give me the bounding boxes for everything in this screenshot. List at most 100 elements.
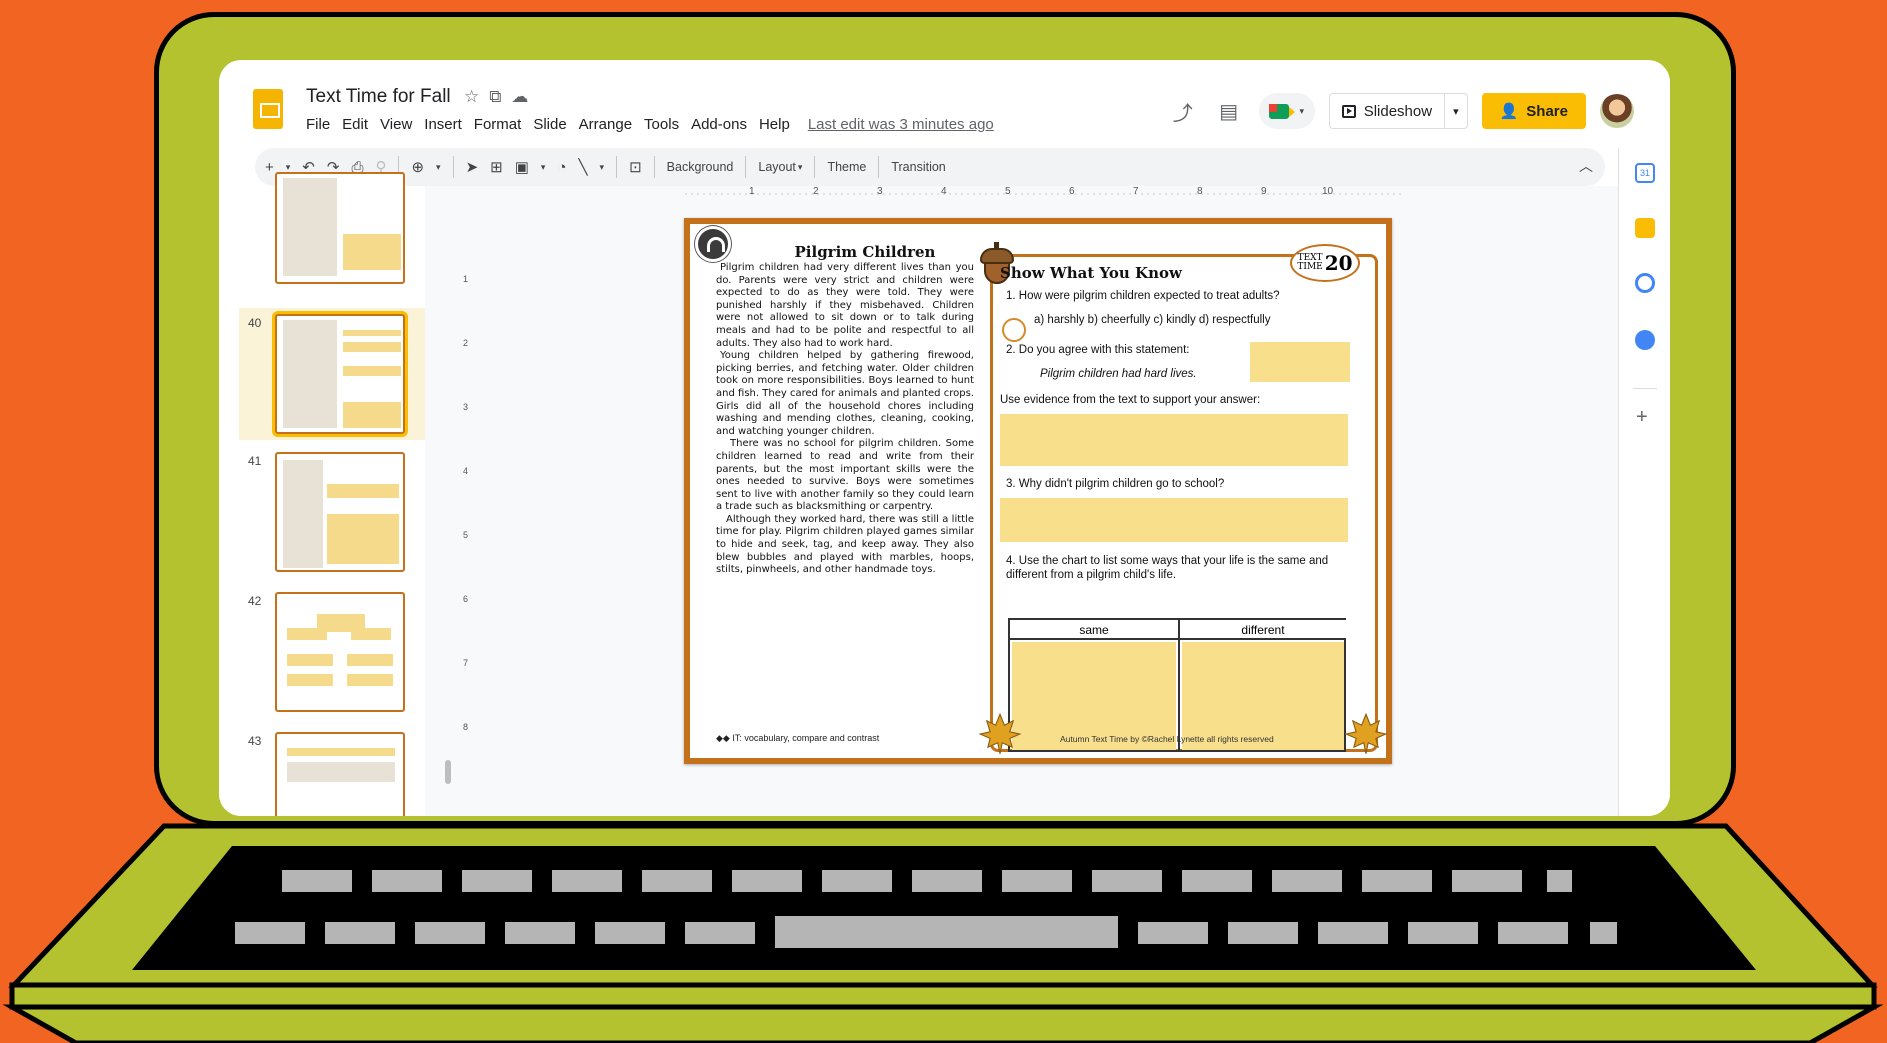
line-icon[interactable]: ╲	[579, 158, 588, 176]
share-button[interactable]: 👤 Share	[1481, 93, 1586, 129]
meet-button[interactable]: ▾	[1258, 93, 1315, 129]
menu-addons[interactable]: Add-ons	[691, 116, 747, 133]
question-1: 1. How were pilgrim children expected to…	[1006, 290, 1280, 302]
slide-page[interactable]: Pilgrim Children Pilgrim children had ve…	[684, 218, 1392, 764]
answer-circle[interactable]	[1002, 318, 1026, 342]
collapse-toolbar-icon[interactable]: ︿	[1579, 156, 1593, 176]
badge-time: TIME	[1297, 262, 1323, 272]
ruler-tick: 2	[813, 186, 819, 197]
slideshow-label: Slideshow	[1363, 102, 1433, 120]
add-comment-icon[interactable]: ⊡	[629, 158, 642, 176]
badge-number: 20	[1324, 250, 1353, 275]
share-label: Share	[1526, 102, 1568, 120]
new-slide-dropdown-icon[interactable]: ▾	[286, 162, 291, 173]
star-icon[interactable]: ☆	[464, 87, 479, 107]
filmstrip-scrollbar[interactable]	[445, 760, 451, 784]
avatar[interactable]	[1600, 94, 1634, 128]
menu-tools[interactable]: Tools	[644, 116, 679, 133]
ruler-tick: 10	[1322, 186, 1334, 197]
ruler-tick: 8	[463, 722, 469, 732]
side-panel: 31 +	[1618, 148, 1670, 816]
reading-passage[interactable]: Pilgrim Children Pilgrim children had ve…	[716, 230, 974, 750]
ruler-tick: 1	[463, 274, 469, 284]
school-answer-box[interactable]	[1000, 498, 1348, 542]
layout-dropdown-icon[interactable]: ▾	[798, 162, 803, 173]
image-icon[interactable]: ▣	[515, 158, 529, 176]
ruler-tick: 4	[463, 466, 469, 476]
comments-icon[interactable]: ▤	[1213, 95, 1245, 127]
theme-button[interactable]: Theme	[827, 160, 866, 174]
slide-thumbnail[interactable]	[275, 172, 405, 284]
menu-edit[interactable]: Edit	[342, 116, 368, 133]
ruler-tick: 5	[463, 530, 469, 540]
new-slide-icon[interactable]: +	[265, 159, 274, 176]
it-note: ◆◆ IT: vocabulary, compare and contrast	[716, 733, 880, 743]
toolbar-divider	[616, 156, 618, 178]
slide-thumbnail[interactable]	[275, 452, 405, 572]
menu-insert[interactable]: Insert	[424, 116, 462, 133]
text-box-icon[interactable]: ⊞	[490, 158, 503, 176]
last-edit-link[interactable]: Last edit was 3 minutes ago	[808, 116, 994, 133]
ruler-tick: 9	[1261, 186, 1267, 197]
slide-number: 41	[248, 454, 262, 468]
meet-icon	[1269, 103, 1296, 119]
add-ons-plus-icon[interactable]: +	[1636, 406, 1648, 429]
ruler-tick: 7	[1133, 186, 1139, 197]
col-different-header: different	[1180, 620, 1346, 640]
zoom-dropdown-icon[interactable]: ▾	[436, 162, 441, 173]
move-to-folder-icon[interactable]: ⧉	[489, 87, 501, 107]
lock-person-icon: 👤	[1499, 103, 1519, 120]
slides-logo-icon[interactable]	[253, 89, 283, 129]
menu-file[interactable]: File	[306, 116, 330, 133]
document-title[interactable]: Text Time for Fall	[306, 86, 451, 108]
filmstrip: 40 41 42 43	[219, 172, 425, 816]
tasks-icon[interactable]	[1635, 273, 1655, 293]
slide-thumbnail-selected[interactable]	[275, 314, 405, 434]
calendar-icon[interactable]: 31	[1635, 163, 1655, 183]
laptop-screen: Text Time for Fall ☆ ⧉ ☁ File Edit View …	[219, 60, 1670, 816]
toolbar-divider	[814, 156, 816, 178]
menu-format[interactable]: Format	[474, 116, 522, 133]
ruler-tick: 1	[749, 186, 755, 197]
ruler-tick: 5	[1005, 186, 1011, 197]
contacts-icon[interactable]	[1635, 330, 1655, 350]
menu-view[interactable]: View	[380, 116, 412, 133]
line-dropdown-icon[interactable]: ▾	[600, 162, 605, 173]
menu-help[interactable]: Help	[759, 116, 790, 133]
agree-answer-box[interactable]	[1250, 342, 1350, 382]
transition-button[interactable]: Transition	[891, 160, 945, 174]
ruler-tick: 8	[1197, 186, 1203, 197]
toolbar-divider	[452, 156, 454, 178]
question-2-statement: Pilgrim children had hard lives.	[1040, 368, 1197, 380]
col-same-header: same	[1010, 620, 1178, 640]
evidence-answer-box[interactable]	[1000, 414, 1348, 466]
ruler-tick: 7	[463, 658, 469, 668]
select-cursor-icon[interactable]: ➤	[466, 158, 479, 176]
passage-paragraph: There was no school for pilgrim children…	[716, 438, 974, 513]
toolbar-divider	[745, 156, 747, 178]
toolbar-divider	[878, 156, 880, 178]
slide-thumbnail[interactable]	[275, 732, 405, 816]
slide-thumbnail[interactable]	[275, 592, 405, 712]
left-ruler-labels: 1 2 3 4 5 6 7 8	[463, 210, 475, 810]
panel-divider	[1633, 388, 1657, 389]
maple-leaf-icon	[978, 712, 1022, 754]
layout-button[interactable]: Layout	[758, 160, 796, 174]
shape-icon[interactable]: ◔	[557, 159, 566, 176]
passage-paragraph: Pilgrim children had very different live…	[716, 262, 974, 349]
menu-slide[interactable]: Slide	[533, 116, 566, 133]
keep-icon[interactable]	[1635, 218, 1655, 238]
zoom-icon[interactable]: ⊕	[411, 158, 424, 176]
slideshow-button[interactable]: Slideshow ▾	[1328, 93, 1468, 129]
slideshow-main[interactable]: Slideshow	[1330, 94, 1446, 128]
background-button[interactable]: Background	[667, 160, 734, 174]
slideshow-dropdown-icon[interactable]: ▾	[1445, 105, 1467, 118]
cloud-status-icon[interactable]: ☁	[511, 87, 528, 107]
question-3: 3. Why didn't pilgrim children go to sch…	[1006, 478, 1225, 490]
activity-dashboard-icon[interactable]: ⤴	[1167, 95, 1199, 127]
slide-number: 40	[248, 316, 262, 330]
ruler-tick: 6	[1069, 186, 1075, 197]
image-dropdown-icon[interactable]: ▾	[541, 162, 546, 173]
menu-arrange[interactable]: Arrange	[579, 116, 632, 133]
section-title: Show What You Know	[1000, 264, 1182, 282]
